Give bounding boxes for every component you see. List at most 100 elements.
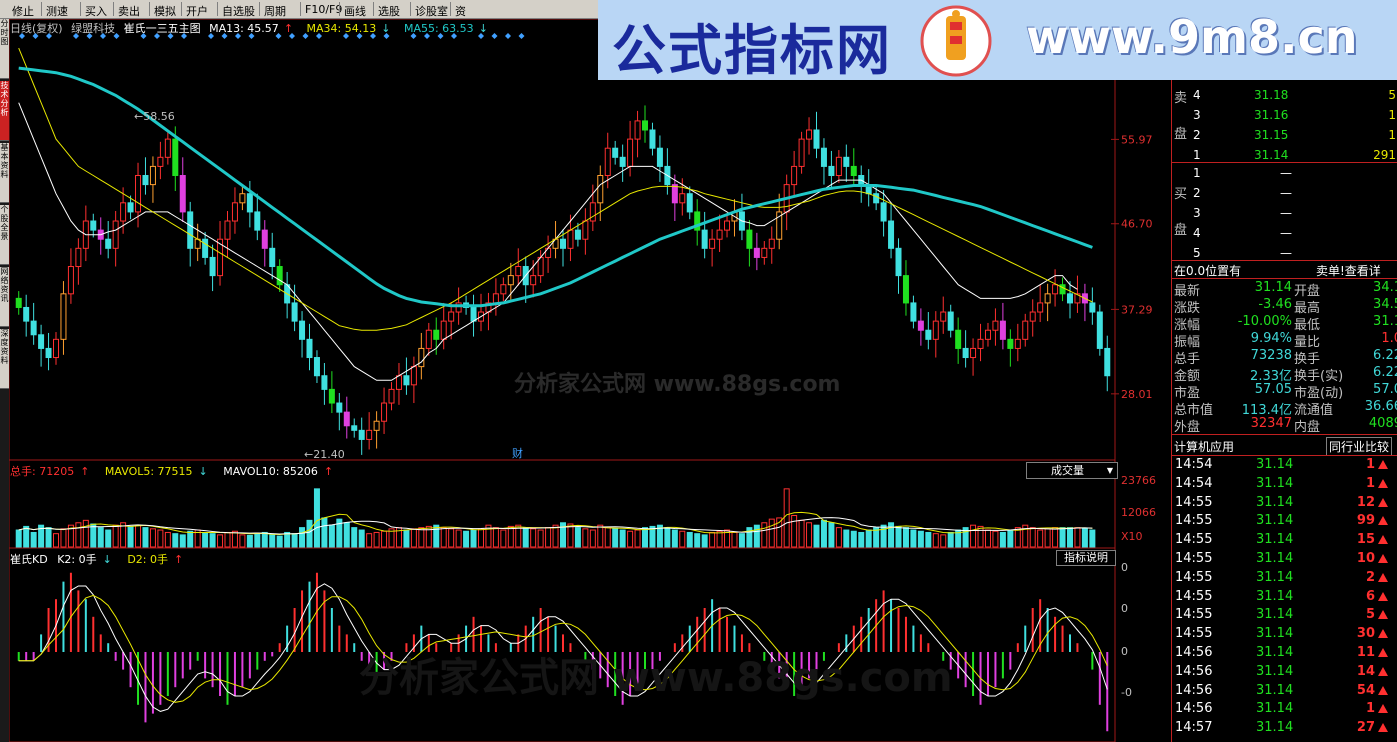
volume-bar [127,525,134,548]
candle-body [1007,338,1014,349]
indicator-name[interactable]: 崔氏一三五主图 [124,22,201,35]
volume-bar [306,519,313,548]
low-price-annotation: ←21.40 [304,448,345,461]
price-tick-label: 55.97 [1121,133,1153,146]
volume-bar [82,519,89,548]
toolbar-item[interactable]: 卖出 [118,3,140,19]
stock-name: 绿盟科技 [71,22,116,35]
tick-row: 14:56 31.14 1 [1172,701,1397,720]
volume-indicator-select[interactable]: 成交量 ▼ [1026,462,1118,479]
volume-bar [820,519,827,548]
toolbar-separator [450,2,451,16]
tick-row: 14:54 31.14 1 [1172,457,1397,476]
sell-order-row[interactable]: 1 31.14 291 [1172,146,1397,166]
order-level: 3 [1193,206,1201,220]
candle-body [843,156,850,167]
position-bar[interactable]: 在0.0位置有 卖单!查看详 [1172,261,1397,278]
candle-body [172,138,179,177]
candle-body [224,220,231,240]
candle-body [970,347,977,359]
volume-bar [164,531,171,548]
candle-body [589,202,596,222]
toolbar-item[interactable]: 资 [455,3,466,19]
up-arrow-icon [1378,629,1388,639]
sell-order-row[interactable]: 3 31.16 1 [1172,106,1397,126]
tick-time: 14:55 [1175,626,1213,642]
volume-bar [828,522,835,548]
sell-order-row[interactable]: 2 31.15 1 [1172,126,1397,146]
buy-order-row[interactable]: 2— [1172,184,1397,204]
toolbar-item[interactable]: 画线 [344,3,366,19]
toolbar-item[interactable]: 诊股室 [415,3,448,19]
tick-time: 14:55 [1175,532,1213,548]
industry-compare-button[interactable]: 同行业比较 [1326,437,1393,456]
tick-price: 31.14 [1256,569,1294,585]
toolbar-item[interactable]: F10/F9 [305,3,342,16]
toolbar-item[interactable]: 开户 [186,3,208,19]
candle-body [336,402,343,413]
quote-row: 振幅9.94%量比1.0 [1172,331,1397,350]
left-tab[interactable]: 网络资讯 [0,267,9,327]
buy-order-row[interactable]: 4— [1172,224,1397,244]
volume-bar [999,531,1006,548]
candle-body [515,266,522,277]
volume-bar [1044,528,1051,548]
left-tab[interactable]: 深度资料 [0,329,9,389]
view-details-link[interactable]: 卖单!查看详 [1316,262,1381,279]
candle-body [835,156,842,177]
candle-body [261,229,268,249]
candle-body [962,347,969,359]
tick-volume: 54 [1356,682,1375,698]
volume-bar [97,527,104,548]
period-label[interactable]: 日线(复权) [10,22,63,35]
order-price: 31.15 [1254,128,1289,142]
toolbar-item[interactable]: 模拟 [154,3,176,19]
volume-bar [530,528,537,548]
buy-order-row[interactable]: 3— [1172,204,1397,224]
quote-row: 外盘 32347内盘 4089 [1172,416,1397,435]
left-tab[interactable]: 基本资料 [0,143,9,203]
left-tab[interactable]: 分时图 [0,19,9,79]
left-tab[interactable]: 技术分析 [0,81,9,141]
volume-bar [813,524,820,548]
candle-body [313,357,320,377]
tick-row: 14:54 31.14 1 [1172,476,1397,495]
chart-canvas: 65.3955.9746.7037.2928.01←58.56←21.40财分析… [9,19,1156,742]
candle-body [820,147,827,167]
mavol10-value: MAVOL10: 85206 [223,465,318,478]
volume-select-label: 成交量 [1051,464,1084,477]
volume-bar [477,528,484,548]
indicator-help-button[interactable]: 指标说明 [1056,550,1116,566]
up-arrow-icon: ↑ [174,553,184,566]
down-arrow-icon: ↓ [102,553,112,566]
toolbar-item[interactable]: 买入 [85,3,107,19]
toolbar-item[interactable]: 选股 [378,3,400,19]
mavol10-label: MAVOL10: 85206 ↑ [223,465,339,478]
candle-body [373,420,380,431]
toolbar-item[interactable]: 自选股 [222,3,255,19]
candle-body [999,320,1006,340]
candle-body [157,156,164,167]
candle-body [888,220,895,249]
candle-body [1104,347,1111,377]
divider [1172,162,1397,163]
candle-body [343,411,350,427]
tick-price: 31.14 [1256,720,1294,736]
kd-tick-label: -0 [1121,686,1132,699]
buy-order-row[interactable]: 1— [1172,164,1397,184]
order-level: 1 [1193,148,1201,162]
sell-order-row[interactable]: 4 31.18 5 [1172,86,1397,106]
volume-bar [545,527,552,548]
position-text: 在0.0位置有 [1174,264,1242,278]
volume-bar [1029,527,1036,548]
industry-name[interactable]: 计算机应用 [1174,438,1234,455]
k2-value: K2: 0手 [57,553,97,566]
candle-body [567,229,574,249]
toolbar-item[interactable]: 测速 [46,3,68,19]
volume-bar [574,527,581,548]
toolbar-item[interactable]: 修止 [12,3,34,19]
toolbar-item[interactable]: 周期 [264,3,286,19]
volume-bar [642,527,649,548]
volume-bar [135,524,142,548]
left-tab[interactable]: 个股全景 [0,205,9,265]
